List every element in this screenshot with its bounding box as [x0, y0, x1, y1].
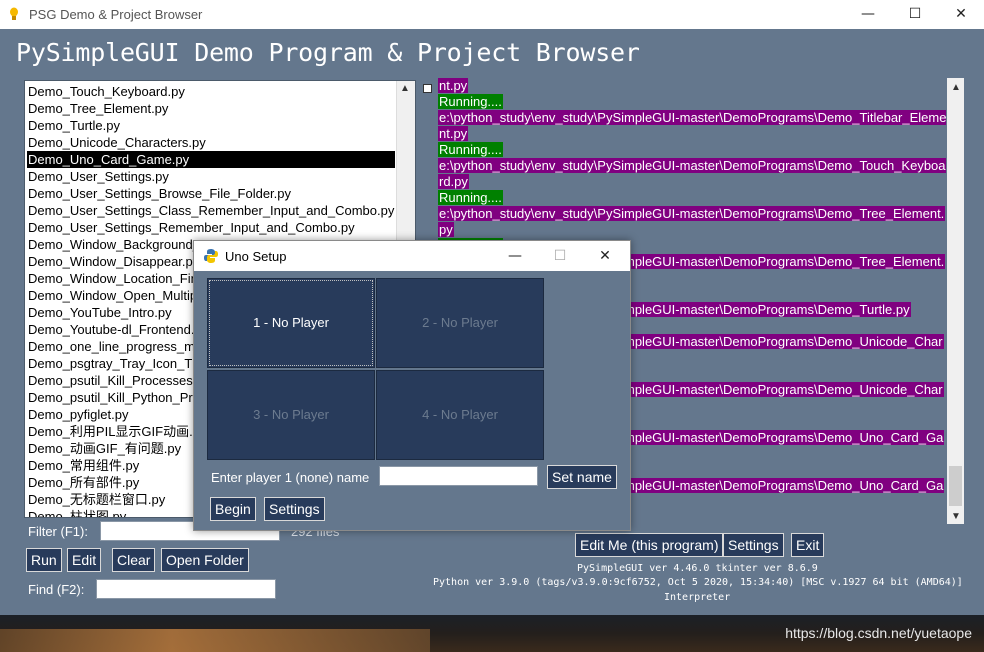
- list-item[interactable]: Demo_User_Settings_Remember_Input_and_Co…: [27, 219, 395, 236]
- player-name-label: Enter player 1 (none) name: [211, 470, 370, 485]
- output-text: e:\python_study\env_study\PySimpleGUI-ma…: [438, 110, 946, 125]
- output-path-line: e:\python_study\env_study\PySimpleGUI-ma…: [438, 110, 946, 126]
- player-name-input[interactable]: [379, 466, 538, 486]
- list-item[interactable]: Demo_Touch_Keyboard.py: [27, 83, 395, 100]
- minimize-button[interactable]: —: [845, 0, 891, 29]
- scroll-down-icon[interactable]: ▼: [951, 511, 961, 522]
- output-scrollbar[interactable]: ▲ ▼: [947, 78, 964, 524]
- output-path-line: e:\python_study\env_study\PySimpleGUI-ma…: [438, 158, 946, 174]
- output-text: Running....: [438, 190, 503, 205]
- open-folder-button[interactable]: Open Folder: [161, 548, 249, 572]
- set-name-button[interactable]: Set name: [547, 465, 617, 489]
- clear-button[interactable]: Clear: [112, 548, 156, 572]
- interpreter-label: Interpreter: [664, 592, 731, 603]
- output-text: py: [438, 222, 454, 237]
- maximize-button[interactable]: ☐: [892, 0, 938, 29]
- dialog-settings-button[interactable]: Settings: [264, 497, 325, 521]
- list-item[interactable]: Demo_Uno_Card_Game.py: [27, 151, 395, 168]
- python-icon: [204, 249, 218, 263]
- list-item[interactable]: Demo_User_Settings.py: [27, 168, 395, 185]
- output-text: Running....: [438, 142, 503, 157]
- player-4-button[interactable]: 4 - No Player: [376, 370, 544, 460]
- output-text: Running....: [438, 94, 503, 109]
- wallpaper-glow: [0, 629, 430, 652]
- watermark: https://blog.csdn.net/yuetaope: [785, 625, 972, 641]
- output-path-line: nt.py: [438, 126, 946, 142]
- edit-button[interactable]: Edit: [67, 548, 102, 572]
- dialog-title: Uno Setup: [225, 249, 287, 264]
- python-version: Python ver 3.9.0 (tags/v3.9.0:9cf6752, O…: [433, 577, 963, 588]
- output-text: rd.py: [438, 174, 469, 189]
- edit-me-button[interactable]: Edit Me (this program): [575, 533, 724, 557]
- player-2-button[interactable]: 2 - No Player: [376, 278, 544, 368]
- output-running-line: Running....: [438, 94, 946, 110]
- close-button[interactable]: ✕: [938, 0, 984, 29]
- list-item[interactable]: Demo_Unicode_Characters.py: [27, 134, 395, 151]
- uno-setup-dialog: Uno Setup — ☐ ✕ 1 - No Player 2 - No Pla…: [193, 240, 631, 531]
- dialog-maximize-button: ☐: [553, 248, 567, 264]
- list-item[interactable]: Demo_Turtle.py: [27, 117, 395, 134]
- title-bar[interactable]: PSG Demo & Project Browser — ☐ ✕: [0, 0, 984, 29]
- output-running-line: Running....: [438, 190, 946, 206]
- output-text: nt.py: [438, 78, 469, 93]
- scroll-up-icon[interactable]: ▲: [951, 82, 961, 93]
- list-item[interactable]: Demo_User_Settings_Class_Remember_Input_…: [27, 202, 395, 219]
- run-button[interactable]: Run: [26, 548, 62, 572]
- output-path-line: nt.py: [438, 78, 946, 94]
- list-item[interactable]: Demo_User_Settings_Browse_File_Folder.py: [27, 185, 395, 202]
- scroll-up-icon[interactable]: ▲: [400, 83, 410, 94]
- exit-button[interactable]: Exit: [791, 533, 825, 557]
- window-title: PSG Demo & Project Browser: [29, 7, 203, 22]
- player-1-button[interactable]: 1 - No Player: [207, 278, 375, 368]
- pysimplegui-version: PySimpleGUI ver 4.46.0 tkinter ver 8.6.9: [577, 563, 818, 574]
- begin-button[interactable]: Begin: [210, 497, 256, 521]
- dialog-title-bar[interactable]: Uno Setup — ☐ ✕: [194, 241, 630, 271]
- desktop-background: https://blog.csdn.net/yuetaope: [0, 615, 984, 652]
- find-input[interactable]: [96, 579, 276, 599]
- settings-button[interactable]: Settings: [723, 533, 784, 557]
- output-text: nt.py: [438, 126, 469, 141]
- output-path-line: rd.py: [438, 174, 946, 190]
- output-text: e:\python_study\env_study\PySimpleGUI-ma…: [438, 158, 946, 173]
- list-item[interactable]: Demo_Tree_Element.py: [27, 100, 395, 117]
- output-running-line: Running....: [438, 142, 946, 158]
- page-title: PySimpleGUI Demo Program & Project Brows…: [16, 38, 640, 67]
- output-path-line: py: [438, 222, 946, 238]
- output-text: e:\python_study\env_study\PySimpleGUI-ma…: [438, 206, 946, 221]
- filter-label: Filter (F1):: [28, 524, 88, 539]
- find-label: Find (F2):: [28, 582, 85, 597]
- scrollbar-thumb[interactable]: [949, 466, 962, 506]
- output-path-line: e:\python_study\env_study\PySimpleGUI-ma…: [438, 206, 946, 222]
- dialog-close-button[interactable]: ✕: [583, 241, 627, 271]
- output-checkbox[interactable]: [423, 84, 432, 93]
- app-icon: [10, 7, 18, 20]
- dialog-minimize-button[interactable]: —: [493, 241, 537, 271]
- player-3-button[interactable]: 3 - No Player: [207, 370, 375, 460]
